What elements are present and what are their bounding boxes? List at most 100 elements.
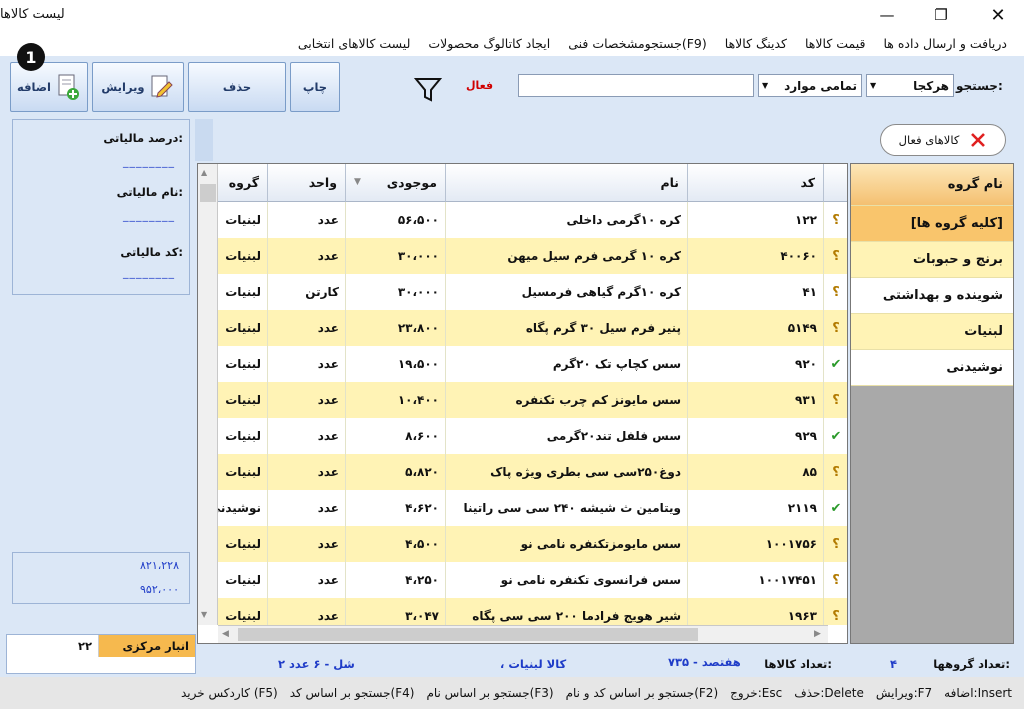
print-button[interactable]: چاپ — [290, 62, 340, 112]
delete-button[interactable]: حذف — [188, 62, 286, 112]
active-filter-label[interactable]: فعال — [466, 79, 493, 92]
scroll-left-icon[interactable]: ◀ — [222, 629, 229, 639]
scroll-thumb[interactable] — [200, 184, 216, 202]
group-item[interactable]: [کلیه گروه ها] — [851, 206, 1013, 242]
goods-count-value: ۷۳۵ - هفتصد — [668, 655, 741, 669]
table-row[interactable]: لبنیات عدد ۳،۰۴۷ شیر هویج فرادما ۲۰۰ سی سی … — [218, 598, 847, 625]
column-header-unit[interactable]: واحد — [268, 164, 346, 202]
tax-name-value[interactable]: ________ — [123, 209, 175, 222]
minimize-button[interactable]: — — [864, 0, 910, 30]
cell-unit: عدد — [268, 346, 346, 382]
scroll-up-icon[interactable]: ▲ — [201, 168, 207, 177]
close-button[interactable]: ✕ — [975, 0, 1021, 30]
table-row[interactable]: لبنیات عدد ۸،۶۰۰ سس فلفل تند۲۰گرمی ۹۲۹ ✔ — [218, 418, 847, 454]
groups-header[interactable]: نام گروه — [851, 164, 1013, 206]
table-row[interactable]: لبنیات عدد ۳۰،۰۰۰ کره ۱۰ گرمی فرم سیل میهن ۴… — [218, 238, 847, 274]
search-field-select[interactable]: ▼ هرکجا — [866, 74, 954, 97]
table-row[interactable]: لبنیات عدد ۱۹،۵۰۰ سس کچاپ تک ۲۰گرم ۹۲۰ ✔ — [218, 346, 847, 382]
cell-name: دوغ۲۵۰سی سی بطری ویژه پاک — [446, 454, 688, 490]
menu-selected-list[interactable]: لیست کالاهای انتخابی — [289, 36, 420, 51]
menu-data-exchange[interactable]: دریافت و ارسال داده ها — [875, 36, 1017, 51]
scroll-thumb-h[interactable] — [238, 628, 698, 641]
table-row[interactable]: لبنیات عدد ۵،۸۲۰ دوغ۲۵۰سی سی بطری ویژه پاک ۸… — [218, 454, 847, 490]
cell-stock: ۳،۰۴۷ — [346, 598, 446, 625]
cell-code: ۱۹۶۳ — [688, 598, 824, 625]
shortcut-hint: ویرایش:F7 — [875, 686, 933, 700]
dropdown-arrow-icon: ▼ — [870, 81, 877, 90]
group-item[interactable]: لبنیات — [851, 314, 1013, 350]
menu-prices[interactable]: قیمت کالاها — [796, 36, 875, 51]
question-icon: ؟ — [832, 536, 840, 552]
cell-code: ۴۰۰۶۰ — [688, 238, 824, 274]
goods-grid: ▲ ▼ گروه واحد موجودی ▼ نام کد لبنیات عدد ۵… — [197, 163, 848, 644]
close-x-icon — [971, 133, 986, 147]
horizontal-scrollbar[interactable]: ◀ ▶ — [218, 625, 828, 643]
column-header-code[interactable]: کد — [688, 164, 824, 202]
shortcut-hint: کاردکس خرید (F5) — [180, 686, 278, 700]
active-goods-button[interactable]: کالاهای فعال — [880, 124, 1006, 156]
question-icon: ؟ — [832, 284, 840, 300]
table-row[interactable]: لبنیات عدد ۱۰،۴۰۰ سس مایونز کم چرب تکنفره ۹۳… — [218, 382, 847, 418]
delete-button-label: حذف — [222, 80, 252, 94]
search-input[interactable] — [518, 74, 754, 97]
search-scope-select[interactable]: ▼ تمامی موارد — [758, 74, 862, 97]
total-value-1: ۸۲۱،۲۲۸ — [140, 559, 179, 572]
cell-code: ۹۲۹ — [688, 418, 824, 454]
column-header-stock[interactable]: موجودی ▼ — [346, 164, 446, 202]
table-row[interactable]: لبنیات عدد ۵۶،۵۰۰ کره ۱۰گرمی داخلی ۱۲۲ ؟ — [218, 202, 847, 238]
group-item[interactable]: نوشیدنی — [851, 350, 1013, 386]
menu-catalog[interactable]: ایجاد کاتالوگ محصولات — [419, 36, 559, 51]
table-row[interactable]: لبنیات عدد ۴،۲۵۰ سس فرانسوی تکنفره نامی نو ۱… — [218, 562, 847, 598]
question-icon: ؟ — [832, 212, 840, 228]
question-icon: ؟ — [832, 320, 840, 336]
question-icon: ؟ — [832, 572, 840, 588]
cell-code: ۱۰۰۱۷۴۵۱ — [688, 562, 824, 598]
sort-desc-icon: ▼ — [354, 177, 361, 187]
cell-group: لبنیات — [218, 598, 268, 625]
scroll-right-icon[interactable]: ▶ — [814, 629, 821, 639]
cell-stock: ۴،۲۵۰ — [346, 562, 446, 598]
title-bar: لیست کالاها — ❐ ✕ — [0, 0, 1024, 30]
vertical-scrollbar[interactable]: ▲ ▼ — [198, 164, 218, 625]
group-item[interactable]: برنج و حبوبات — [851, 242, 1013, 278]
status-bar: اضافه:Insert ویرایش:F7 حذف:Delete خروج:Esc ج… — [0, 677, 1024, 709]
cell-unit: عدد — [268, 382, 346, 418]
edit-button[interactable]: ویرایش — [92, 62, 184, 112]
table-row[interactable]: لبنیات کارتن ۳۰،۰۰۰ کره ۱۰گرم گیاهی فرمسیل ۴… — [218, 274, 847, 310]
group-item[interactable]: شوینده و بهداشتی — [851, 278, 1013, 314]
cell-unit: عدد — [268, 490, 346, 526]
dropdown-arrow-icon: ▼ — [762, 81, 769, 90]
cell-group: لبنیات — [218, 382, 268, 418]
table-row[interactable]: لبنیات عدد ۲۳،۸۰۰ پنیر فرم سیل ۳۰ گرم پگاه ۵… — [218, 310, 847, 346]
panel-splitter[interactable] — [195, 119, 213, 161]
scroll-down-icon[interactable]: ▼ — [201, 610, 207, 619]
column-header-group[interactable]: گروه — [218, 164, 268, 202]
groups-count-label: تعداد گروهها: — [933, 657, 1010, 671]
add-button[interactable]: اضافه — [10, 62, 88, 112]
stock-header-label: موجودی — [386, 175, 437, 190]
filter-icon[interactable] — [414, 76, 442, 104]
cell-name: سس فلفل تند۲۰گرمی — [446, 418, 688, 454]
menu-coding[interactable]: کدینگ کالاها — [716, 36, 796, 51]
shortcut-hint: جستجو بر اساس کد(F4) — [289, 686, 415, 700]
info-bar: تعداد گروهها: ۴ تعداد کالاها: ۷۳۵ - هفتص… — [0, 652, 1024, 676]
column-header-name[interactable]: نام — [446, 164, 688, 202]
cell-stock: ۲۳،۸۰۰ — [346, 310, 446, 346]
cell-group: لبنیات — [218, 310, 268, 346]
table-row[interactable]: نوشیدنیعدد۴،۶۲۰ویتامین ث شیشه ۲۴۰ سی سی … — [218, 490, 847, 526]
cell-name: کره ۱۰گرمی داخلی — [446, 202, 688, 238]
shortcut-hint: اضافه:Insert — [944, 686, 1012, 700]
tax-code-value[interactable]: ________ — [123, 266, 175, 279]
window-title: لیست کالاها — [0, 7, 65, 22]
tax-percent-value[interactable]: ________ — [123, 155, 175, 168]
cell-stock: ۵۶،۵۰۰ — [346, 202, 446, 238]
maximize-button[interactable]: ❐ — [918, 0, 964, 30]
cell-group: لبنیات — [218, 274, 268, 310]
shortcut-hint: خروج:Esc — [730, 686, 783, 700]
cell-code: ۲۱۱۹ — [688, 490, 824, 526]
table-row[interactable]: لبنیات عدد ۴،۵۰۰ سس مایومزتکنفره نامی نو ۱۰۰… — [218, 526, 847, 562]
question-icon: ؟ — [832, 248, 840, 264]
menu-tech-search[interactable]: جستجومشخصات فنی(F9) — [559, 36, 716, 51]
cell-code: ۹۳۱ — [688, 382, 824, 418]
tax-percent-label: درصد مالیاتی: — [103, 131, 183, 145]
